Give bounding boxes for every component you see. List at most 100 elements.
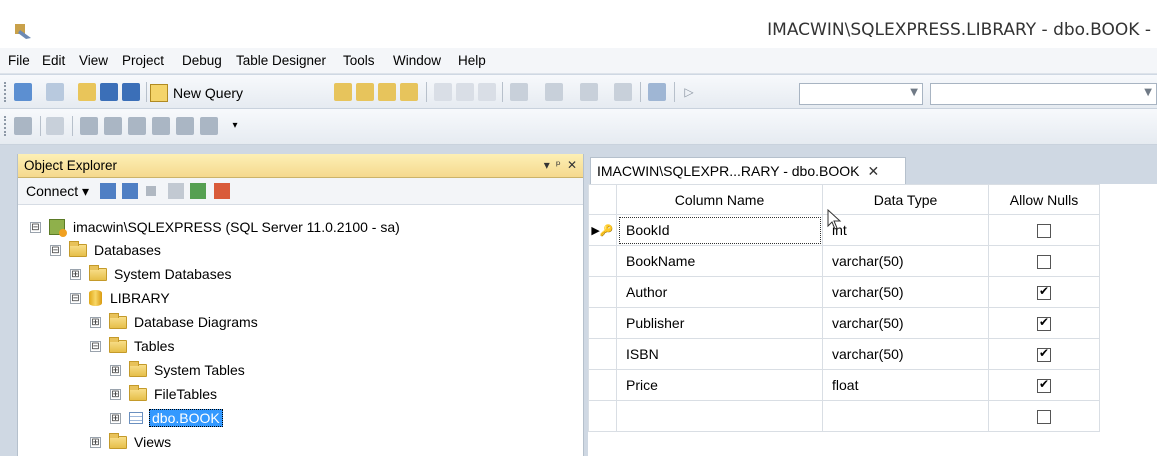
data-type-cell[interactable]: varchar(50) [822,276,989,308]
column-name-cell[interactable]: BookName [616,245,823,277]
paste-icon[interactable] [478,83,496,101]
stop-icon[interactable] [146,186,156,196]
tree-node-database-diagrams[interactable]: ⊞ Database Diagrams [90,311,258,333]
disconnect-icon[interactable] [122,183,138,199]
filter-icon[interactable] [168,183,184,199]
close-icon[interactable]: ✕ [567,158,577,172]
new-project-icon[interactable] [14,83,32,101]
menu-project[interactable]: Project [122,53,164,68]
expand-icon[interactable]: ⊞ [90,316,101,328]
tab-dbo-book[interactable]: IMACWIN\SQLEXPR...RARY - dbo.BOOK ✕ [590,157,906,184]
connect-object-explorer-icon[interactable] [100,183,116,199]
available-databases-combo[interactable]: ▼ [930,83,1157,105]
open-folder-icon[interactable] [78,83,96,101]
data-type-cell[interactable]: float [822,369,989,401]
xmla-query-icon[interactable] [400,83,418,101]
expand-icon[interactable]: ⊞ [70,268,81,280]
allow-nulls-cell[interactable] [988,338,1100,370]
menu-window[interactable]: Window [393,53,441,68]
set-primary-key-icon[interactable] [46,117,64,135]
table-row[interactable]: ISBN varchar(50) [588,338,1100,370]
menu-tools[interactable]: Tools [343,53,375,68]
allow-nulls-checkbox[interactable] [1037,346,1051,363]
collapse-icon[interactable]: ⊟ [50,244,61,256]
menu-file[interactable]: File [8,53,30,68]
tree-node-dbo-book[interactable]: ⊞ dbo.BOOK [110,407,223,429]
tree-node-library[interactable]: ⊟ LIBRARY [70,287,170,309]
spatial-indexes-icon[interactable] [200,117,218,135]
allow-nulls-cell[interactable] [988,276,1100,308]
data-type-cell[interactable]: int [822,214,989,246]
tree-node-tables[interactable]: ⊟ Tables [90,335,174,357]
menu-table-designer[interactable]: Table Designer [236,53,326,68]
start-icon[interactable]: ▷ [680,83,698,101]
collapse-icon[interactable]: ⊟ [70,292,81,304]
navigate-backward-icon[interactable] [580,83,598,101]
allow-nulls-checkbox[interactable] [1037,284,1051,301]
column-name-cell[interactable] [616,400,823,432]
activity-monitor-icon[interactable] [648,83,666,101]
add-item-icon[interactable] [46,83,64,101]
allow-nulls-checkbox[interactable] [1037,255,1051,270]
data-type-cell[interactable]: varchar(50) [822,245,989,277]
new-query-button[interactable]: New Query [150,83,243,103]
check-constraints-icon[interactable] [176,117,194,135]
allow-nulls-cell[interactable] [988,400,1100,432]
expand-icon[interactable]: ⊞ [90,436,101,448]
fulltext-index-icon[interactable] [128,117,146,135]
column-name-cell[interactable]: Author [616,276,823,308]
allow-nulls-cell[interactable] [988,214,1100,246]
row-selector[interactable] [588,369,617,401]
tree-node-server[interactable]: ⊟ imacwin\SQLEXPRESS (SQL Server 11.0.21… [30,216,400,238]
data-type-cell[interactable]: varchar(50) [822,307,989,339]
redo-icon[interactable] [545,83,563,101]
save-icon[interactable] [100,83,118,101]
solution-config-combo[interactable]: ▼ [799,83,923,105]
undo-icon[interactable] [510,83,528,101]
generate-change-script-icon[interactable] [14,117,32,135]
close-icon[interactable]: ✕ [867,163,879,180]
toolbar-grip[interactable] [4,82,7,102]
row-selector[interactable] [588,307,617,339]
tree-node-system-tables[interactable]: ⊞ System Tables [110,359,245,381]
row-selector[interactable] [588,338,617,370]
allow-nulls-checkbox[interactable] [1037,410,1051,425]
panel-menu-icon[interactable]: ▾ [544,158,550,172]
menu-debug[interactable]: Debug [182,53,222,68]
menu-view[interactable]: View [79,53,108,68]
menu-edit[interactable]: Edit [42,53,65,68]
navigate-forward-icon[interactable] [614,83,632,101]
mdx-query-icon[interactable] [356,83,374,101]
refresh-icon[interactable] [190,183,206,199]
expand-icon[interactable]: ⊞ [110,364,121,376]
allow-nulls-checkbox[interactable] [1037,315,1051,332]
table-row[interactable]: ▶🔑 BookId int [588,214,1100,246]
collapse-icon[interactable]: ⊟ [90,340,101,352]
data-type-cell[interactable]: varchar(50) [822,338,989,370]
save-all-icon[interactable] [122,83,140,101]
column-name-cell[interactable]: ISBN [616,338,823,370]
column-name-cell[interactable]: BookId [616,214,823,246]
cut-icon[interactable] [434,83,452,101]
toolbar-grip[interactable] [4,116,7,136]
row-selector[interactable] [588,400,617,432]
expand-icon[interactable]: ⊞ [110,388,121,400]
table-row[interactable]: Author varchar(50) [588,276,1100,308]
tree-node-filetables[interactable]: ⊞ FileTables [110,383,217,405]
row-selector[interactable] [588,245,617,277]
collapse-icon[interactable]: ⊟ [30,221,41,233]
column-name-cell[interactable]: Publisher [616,307,823,339]
tree-node-system-databases[interactable]: ⊞ System Databases [70,263,232,285]
xml-indexes-icon[interactable] [152,117,170,135]
primary-key-icon[interactable]: ▶🔑 [588,214,617,246]
relationships-icon[interactable] [80,117,98,135]
tree-node-views[interactable]: ⊞ Views [90,431,171,453]
toolbar-overflow-icon[interactable]: ▾ [226,117,244,135]
table-row[interactable]: BookName varchar(50) [588,245,1100,277]
tree-node-databases[interactable]: ⊟ Databases [50,239,161,261]
allow-nulls-checkbox[interactable] [1037,377,1051,394]
expand-icon[interactable]: ⊞ [110,412,121,424]
pin-icon[interactable]: ᵖ [556,158,561,172]
data-type-cell[interactable] [822,400,989,432]
table-row[interactable]: Price float [588,369,1100,401]
